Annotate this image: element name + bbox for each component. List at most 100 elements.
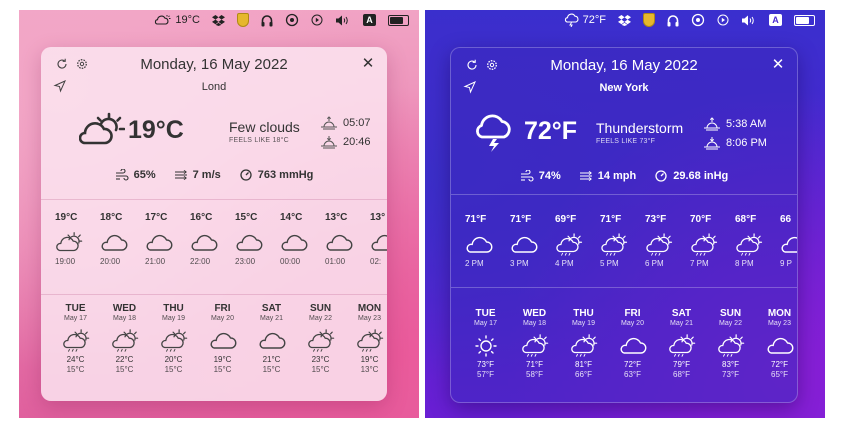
daily-forecast: TUE May 17 24°C 15°C WED May 18 22°C 15°C THU May…: [51, 303, 387, 375]
close-icon[interactable]: ✕: [361, 56, 375, 71]
day-date: May 20: [211, 315, 234, 322]
input-source-icon[interactable]: A: [763, 10, 788, 30]
cloud-icon: [326, 234, 353, 251]
sun-cloud-rain-icon: [736, 233, 763, 256]
hourly-item: 71°F 2 PM: [465, 214, 510, 270]
city-name: New York: [599, 82, 649, 94]
headphones-icon[interactable]: [255, 10, 279, 30]
sun-times: 5:38 AM 8:06 PM: [704, 114, 767, 152]
sun-times: 05:07 20:46: [321, 113, 371, 151]
hourly-item: 71°F 5 PM: [600, 214, 645, 270]
location-arrow-icon[interactable]: [53, 79, 67, 93]
menubar-weather-temp: 72°F: [582, 14, 606, 26]
pressure-gauge-icon: [655, 170, 667, 182]
sun-cloud-rain-icon: [160, 329, 187, 352]
weather-popover: Monday, 16 May 2022 ✕ New York 72°F Thun…: [450, 47, 798, 403]
hourly-item: 19°C 19:00: [55, 212, 100, 268]
feels-like-text: FEELS LIKE 73°F: [596, 138, 656, 145]
hourly-time: 20:00: [100, 257, 121, 266]
sun-cloud-rain-icon: [717, 334, 744, 357]
close-icon[interactable]: ✕: [771, 57, 785, 72]
day-name: MON: [357, 303, 382, 314]
cloud-icon: [210, 332, 236, 349]
menubar-weather-item[interactable]: 19°C: [148, 10, 206, 30]
day-low-temp: 15°C: [262, 365, 281, 374]
cloud-icon: [620, 337, 646, 354]
battery-icon[interactable]: [382, 10, 415, 30]
hourly-item: 68°F 8 PM: [735, 214, 780, 270]
weather-stats: 65% 7 m/s 763 mmHg: [41, 169, 387, 181]
sun-cloud-rain-icon: [556, 233, 583, 256]
day-date: May 19: [162, 315, 185, 322]
daily-item: FRI May 20 19°C 15°C: [198, 303, 247, 375]
hourly-temp: 71°F: [510, 214, 532, 225]
vpn-icon[interactable]: [279, 10, 305, 30]
wind-icon: [174, 170, 187, 180]
daily-item: WED May 18 22°C 15°C: [100, 303, 149, 375]
input-source-icon[interactable]: A: [357, 10, 382, 30]
day-low-temp: 68°F: [673, 370, 690, 379]
daily-item: MON May 23 19°C 13°C: [345, 303, 387, 375]
hourly-time: 2 PM: [465, 259, 484, 268]
dropbox-icon[interactable]: [612, 10, 637, 30]
dropbox-icon[interactable]: [206, 10, 231, 30]
hourly-item: 16°C 22:00: [190, 212, 235, 268]
current-date: Monday, 16 May 2022: [140, 56, 288, 73]
day-name: WED: [522, 308, 547, 319]
shield-app-icon[interactable]: [231, 10, 255, 30]
sunrise-icon: [704, 116, 720, 130]
sunset-icon: [321, 135, 337, 148]
sun-cloud-rain-icon: [646, 233, 673, 256]
day-low-temp: 15°C: [213, 365, 232, 374]
hourly-time: 4 PM: [555, 259, 574, 268]
day-name: SUN: [719, 308, 742, 319]
sun-cloud-rain-icon: [570, 334, 597, 357]
day-high-temp: 23°C: [311, 355, 330, 364]
daily-item: SUN May 22 83°F 73°F: [706, 308, 755, 380]
day-date: May 23: [358, 315, 381, 322]
menubar-weather-item[interactable]: 72°F: [558, 10, 612, 30]
location-search-input[interactable]: [167, 78, 261, 96]
play-icon[interactable]: [305, 10, 329, 30]
day-high-temp: 19°C: [360, 355, 379, 364]
hourly-temp: 14°C: [280, 212, 303, 223]
hourly-temp: 17°C: [145, 212, 168, 223]
hourly-time: 19:00: [55, 257, 76, 266]
day-high-temp: 20°C: [164, 355, 183, 364]
hourly-item: 71°F 3 PM: [510, 214, 555, 270]
hourly-time: 22:00: [190, 257, 211, 266]
play-icon[interactable]: [711, 10, 735, 30]
hourly-temp: 13°C: [325, 212, 348, 223]
daily-item: MON May 23 72°F 65°F: [755, 308, 797, 380]
weather-popover: Monday, 16 May 2022 ✕ 19°C Few clouds FE…: [41, 47, 387, 401]
current-temperature: 19°C: [128, 115, 184, 144]
hourly-item: 18°C 20:00: [100, 212, 145, 268]
thunderstorm-icon: [564, 13, 579, 27]
sun-cloud-icon: [56, 232, 83, 252]
day-high-temp: 19°C: [213, 355, 232, 364]
menu-bar: 72°F A: [425, 10, 825, 30]
shield-app-icon[interactable]: [637, 10, 661, 30]
day-name: MON: [767, 308, 792, 319]
hourly-item: 13° 02:: [370, 212, 387, 268]
volume-icon[interactable]: [735, 10, 763, 30]
day-date: May 17: [64, 315, 87, 322]
sun-cloud-rain-icon: [111, 329, 138, 352]
light-theme-screenshot: 19°C A Monday, 16 May 2022 ✕ 19°C Few cl: [19, 10, 419, 418]
day-low-temp: 73°F: [722, 370, 739, 379]
battery-icon[interactable]: [788, 10, 821, 30]
day-low-temp: 13°C: [360, 365, 379, 374]
current-weather-section: Monday, 16 May 2022 ✕ New York 72°F Thun…: [451, 48, 797, 188]
vpn-icon[interactable]: [685, 10, 711, 30]
day-name: THU: [573, 308, 594, 319]
headphones-icon[interactable]: [661, 10, 685, 30]
humidity-value: 74%: [538, 170, 561, 182]
hourly-temp: 15°C: [235, 212, 258, 223]
volume-icon[interactable]: [329, 10, 357, 30]
wind-value: 14 mph: [597, 170, 637, 182]
day-name: SUN: [309, 303, 332, 314]
day-high-temp: 72°F: [771, 360, 788, 369]
cloud-icon: [259, 332, 285, 349]
day-name: WED: [112, 303, 137, 314]
day-high-temp: 83°F: [722, 360, 739, 369]
